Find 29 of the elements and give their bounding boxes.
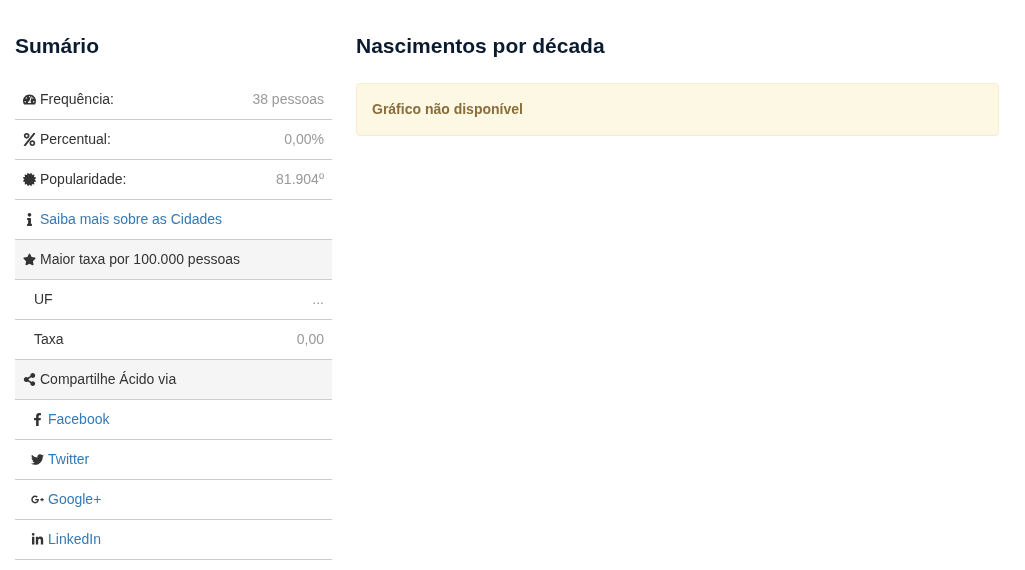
stat-label: UF	[34, 290, 53, 309]
share-link[interactable]: Twitter	[48, 449, 90, 470]
stat-value: ...	[312, 290, 324, 309]
stat-label: Frequência:	[40, 90, 114, 109]
star-icon	[23, 253, 36, 266]
google-plus-icon	[31, 493, 44, 506]
stat-label: Percentual:	[40, 130, 111, 149]
section-title: Compartilhe Ácido via	[40, 370, 177, 389]
linkedin-icon	[31, 533, 44, 546]
bird-icon	[31, 453, 44, 466]
stat-label: Popularidade:	[40, 170, 127, 189]
stat-value: 38 pessoas	[252, 90, 324, 109]
share-icon	[23, 373, 36, 386]
stat-label: Taxa	[34, 330, 64, 349]
share-link[interactable]: Google+	[48, 489, 102, 510]
stat-value: 0,00%	[284, 130, 324, 149]
badge-icon	[23, 173, 36, 186]
stat-value: 0,00	[296, 330, 324, 349]
stat-value: 81.904º	[276, 170, 324, 189]
section-title: Maior taxa por 100.000 pessoas	[40, 250, 240, 269]
percent-icon	[23, 133, 36, 146]
alert-message: Gráfico não disponível	[372, 100, 523, 119]
section-heading: Sumário	[15, 33, 101, 59]
share-link[interactable]: Facebook	[48, 409, 110, 430]
section-heading: Nascimentos por década	[356, 33, 606, 59]
info-link[interactable]: Saiba mais sobre as Cidades	[40, 209, 223, 230]
facebook-icon	[31, 413, 44, 426]
gauge-icon	[23, 93, 36, 106]
share-link[interactable]: LinkedIn	[48, 529, 101, 550]
